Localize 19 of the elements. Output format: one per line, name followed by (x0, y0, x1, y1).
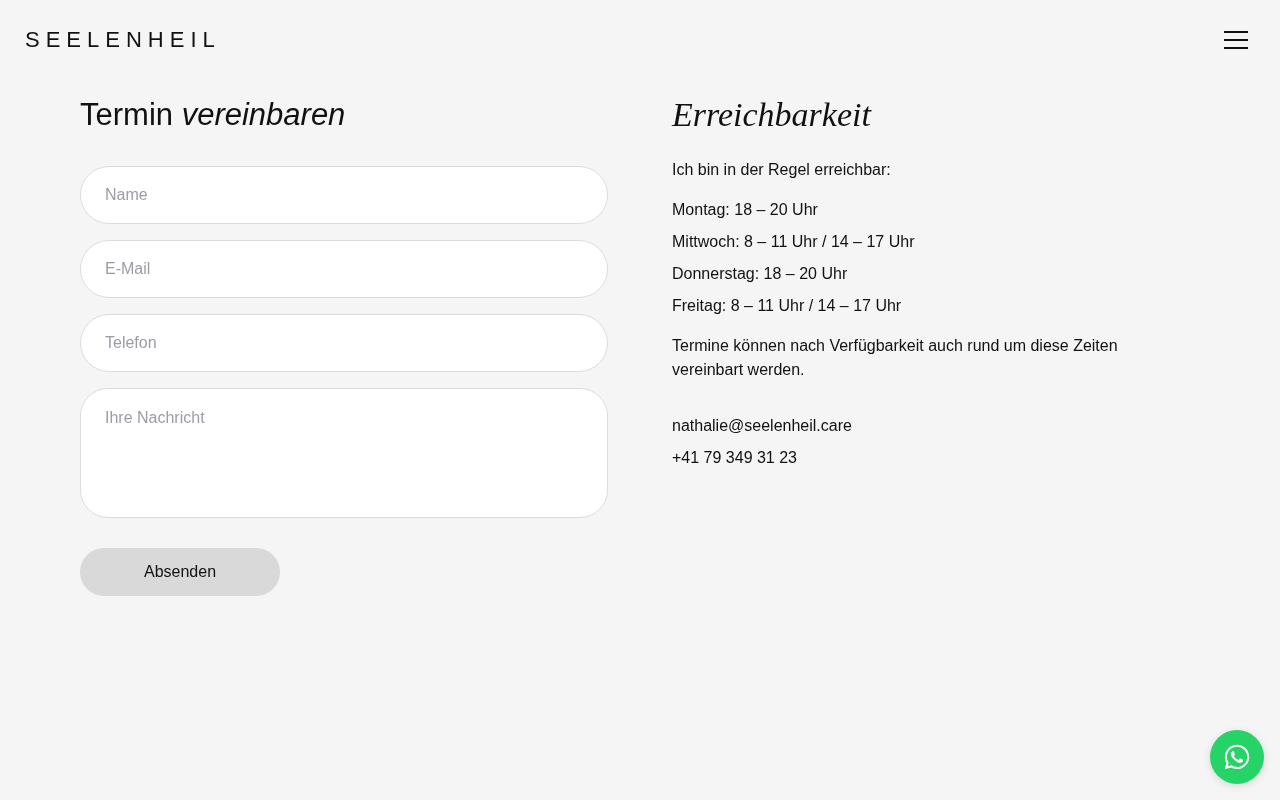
note-text: Termine können nach Verfügbarkeit auch rund um diese Zeiten vereinbart werden. (672, 336, 1119, 380)
input-field[interactable]: Name (80, 166, 608, 224)
availability-heading: Erreichbarkeit (672, 96, 873, 134)
intro-text: Ich bin in der Regel erreichbar: (672, 160, 892, 180)
opening-hours-text: Donnerstag: 18 – 20 Uhr (672, 264, 848, 284)
email-link[interactable]: nathalie@seelenheil.care (672, 414, 852, 438)
form-heading: Termin vereinbaren (80, 96, 347, 134)
opening-hours-text: Montag: 18 – 20 Uhr (672, 200, 818, 220)
input-field[interactable]: E-Mail (80, 240, 608, 298)
input-field[interactable]: Telefon (80, 314, 608, 372)
message-field[interactable]: Ihre Nachricht (80, 388, 608, 518)
menu-icon (1224, 31, 1248, 49)
submit-button[interactable]: Absenden (80, 548, 280, 596)
logo[interactable]: SEELENHEIL (25, 29, 221, 51)
opening-hours-text: Freitag: 8 – 11 Uhr / 14 – 17 Uhr (672, 296, 902, 316)
speech-bubble-phone-icon (1223, 743, 1251, 771)
menu-button[interactable] (1224, 30, 1248, 50)
phone-link[interactable]: +41 79 349 31 23 (672, 446, 797, 470)
opening-hours-text: Mittwoch: 8 – 11 Uhr / 14 – 17 Uhr (672, 232, 915, 252)
